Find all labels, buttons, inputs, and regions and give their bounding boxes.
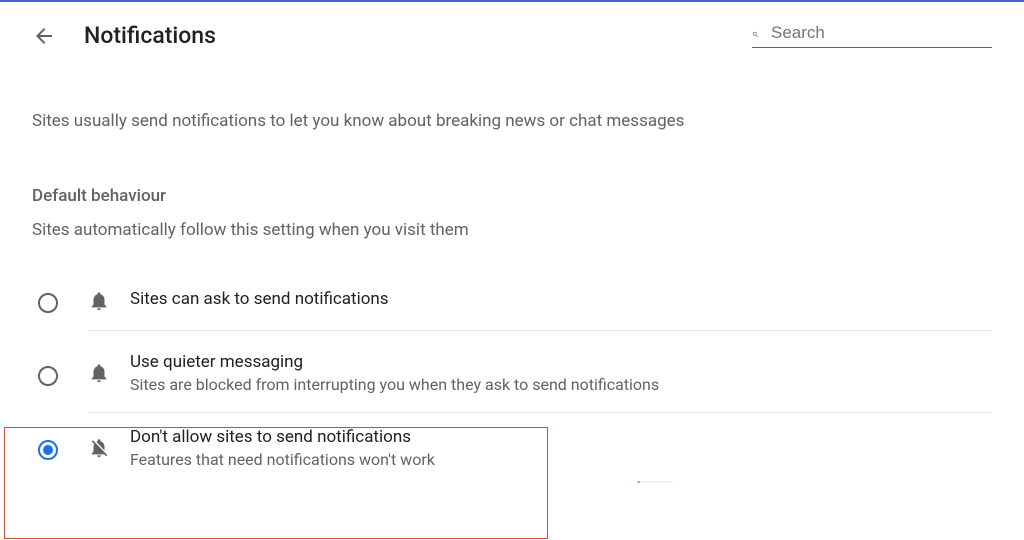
option-quieter-messaging[interactable]: Use quieter messaging Sites are blocked … xyxy=(32,338,992,413)
page-title: Notifications xyxy=(84,22,752,49)
option-label: Don't allow sites to send notifications xyxy=(130,427,992,447)
option-label: Use quieter messaging xyxy=(130,352,992,372)
option-dont-allow[interactable]: Don't allow sites to send notifications … xyxy=(32,413,992,487)
content: Sites usually send notifications to let … xyxy=(0,61,1024,507)
option-sublabel: Sites are blocked from interrupting you … xyxy=(130,375,992,394)
bell-icon xyxy=(88,290,110,312)
search-box[interactable] xyxy=(752,23,992,48)
radio-button[interactable] xyxy=(38,293,58,313)
search-icon xyxy=(752,23,759,43)
option-label: Sites can ask to send notifications xyxy=(130,289,992,309)
header: Notifications xyxy=(0,2,1024,61)
radio-button[interactable] xyxy=(38,366,58,386)
bell-icon xyxy=(88,362,110,384)
radio-button[interactable] xyxy=(38,440,58,460)
option-sublabel: Features that need notifications won't w… xyxy=(130,450,992,469)
section-subtitle: Sites automatically follow this setting … xyxy=(32,220,992,240)
options-list: Sites can ask to send notifications Use … xyxy=(32,268,992,487)
back-arrow-icon[interactable] xyxy=(32,24,56,48)
description-text: Sites usually send notifications to let … xyxy=(32,111,992,131)
option-sites-can-ask[interactable]: Sites can ask to send notifications xyxy=(32,268,992,338)
section-title: Default behaviour xyxy=(32,186,992,206)
search-input[interactable] xyxy=(771,23,992,43)
bell-off-icon xyxy=(88,437,110,459)
